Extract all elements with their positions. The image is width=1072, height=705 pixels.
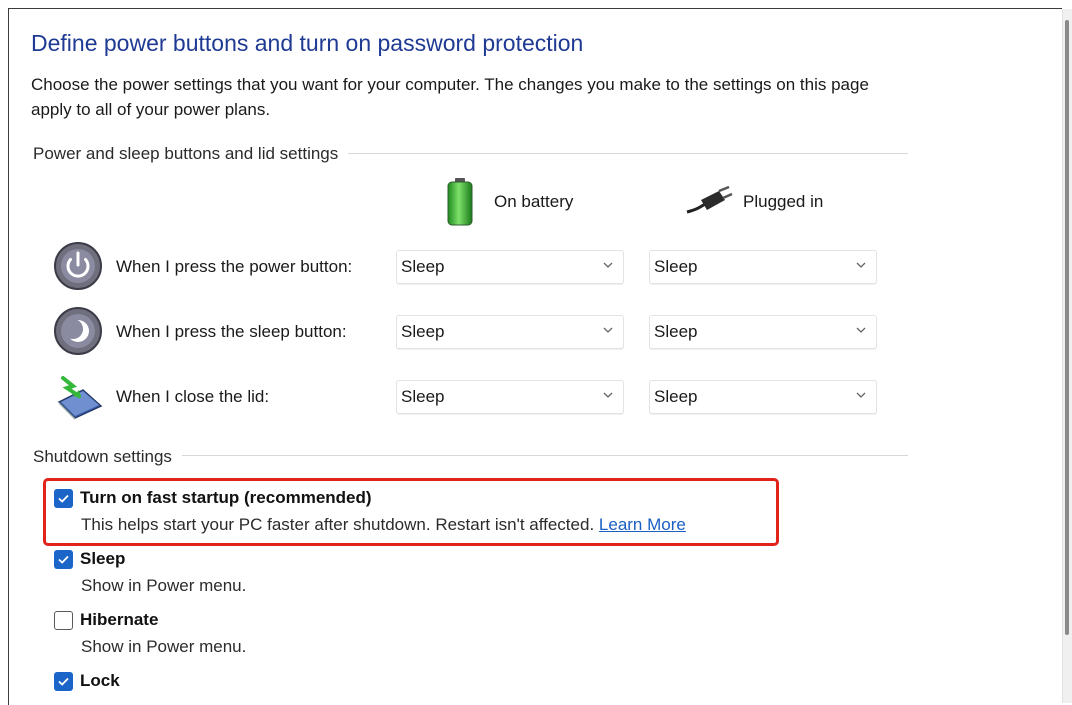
- sleep-button-plugged-in-select[interactable]: Sleep: [649, 315, 877, 349]
- chevron-down-icon: [856, 327, 866, 333]
- learn-more-link[interactable]: Learn More: [599, 515, 686, 534]
- fast-startup-description: This helps start your PC faster after sh…: [81, 515, 686, 535]
- select-value: Sleep: [654, 387, 698, 406]
- column-header-plugged-in: Plugged in: [685, 185, 824, 218]
- chevron-down-icon: [856, 262, 866, 268]
- lock-option-label: Lock: [80, 671, 120, 690]
- hibernate-checkbox[interactable]: Hibernate: [54, 610, 158, 630]
- close-lid-on-battery-select[interactable]: Sleep: [396, 380, 624, 414]
- select-value: Sleep: [401, 257, 445, 276]
- power-button-on-battery-select[interactable]: Sleep: [396, 250, 624, 284]
- checkbox-checked-icon[interactable]: [54, 671, 73, 691]
- sleep-button-icon: [53, 306, 103, 356]
- close-lid-label: When I close the lid:: [116, 387, 270, 406]
- select-value: Sleep: [654, 257, 698, 276]
- chevron-down-icon: [603, 392, 613, 398]
- page-description: Choose the power settings that you want …: [31, 75, 869, 119]
- checkbox-checked-icon[interactable]: [54, 488, 73, 508]
- power-section-label: Power and sleep buttons and lid settings: [33, 144, 349, 164]
- sleep-checkbox[interactable]: Sleep: [54, 549, 125, 569]
- checkbox-unchecked-icon[interactable]: [54, 610, 73, 630]
- sleep-button-on-battery-select[interactable]: Sleep: [396, 315, 624, 349]
- fast-startup-checkbox[interactable]: Turn on fast startup (recommended): [54, 488, 372, 508]
- column-label-on-battery: On battery: [494, 192, 574, 211]
- checkbox-checked-icon[interactable]: [54, 549, 73, 569]
- select-value: Sleep: [654, 322, 698, 341]
- hibernate-option-label: Hibernate: [80, 610, 159, 629]
- laptop-lid-icon: [53, 372, 103, 422]
- select-value: Sleep: [401, 387, 445, 406]
- power-button-plugged-in-select[interactable]: Sleep: [649, 250, 877, 284]
- page-title: Define power buttons and turn on passwor…: [31, 30, 584, 56]
- fast-startup-help-text: This helps start your PC faster after sh…: [81, 515, 595, 534]
- hibernate-option-description: Show in Power menu.: [81, 637, 247, 656]
- fast-startup-label: Turn on fast startup (recommended): [80, 488, 372, 507]
- chevron-down-icon: [603, 262, 613, 268]
- close-lid-plugged-in-select[interactable]: Sleep: [649, 380, 877, 414]
- power-button-label: When I press the power button:: [116, 257, 353, 276]
- select-value: Sleep: [401, 322, 445, 341]
- chevron-down-icon: [856, 392, 866, 398]
- sleep-option-label: Sleep: [80, 549, 126, 568]
- column-label-plugged-in: Plugged in: [743, 192, 824, 211]
- column-header-on-battery: On battery: [446, 178, 573, 226]
- power-button-icon: [53, 241, 103, 291]
- sleep-option-description: Show in Power menu.: [81, 576, 247, 595]
- power-plug-icon: [685, 185, 733, 218]
- battery-icon: [446, 178, 474, 226]
- shutdown-section-label: Shutdown settings: [33, 447, 182, 467]
- sleep-button-label: When I press the sleep button:: [116, 322, 347, 341]
- chevron-down-icon: [603, 327, 613, 333]
- scrollbar-thumb[interactable]: [1065, 20, 1069, 635]
- lock-checkbox[interactable]: Lock: [54, 671, 120, 691]
